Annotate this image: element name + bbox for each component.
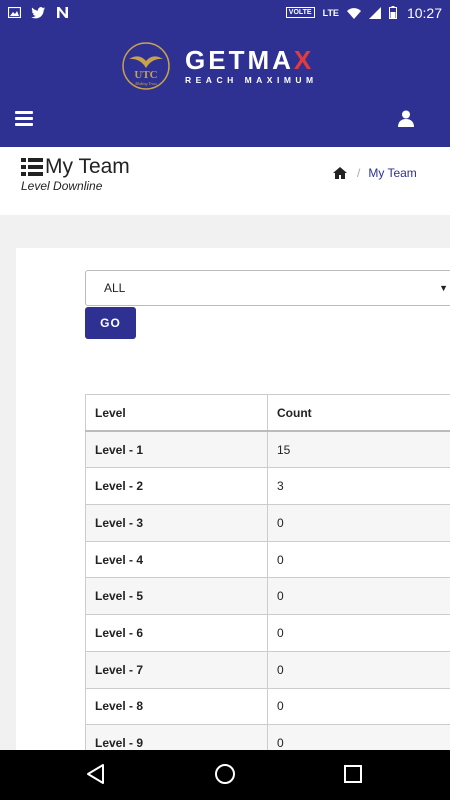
- table-row: Level - 40: [85, 540, 450, 579]
- volte-badge: VOLTE: [285, 7, 315, 18]
- level-cell: Level - 2: [85, 467, 268, 506]
- table-row: Level - 70: [85, 650, 450, 689]
- dropdown-arrow-icon: ▼: [439, 283, 448, 293]
- content-card: ALL ▼ GO Level Count Level - 1 15 Level -…: [16, 248, 450, 762]
- battery-icon: [388, 6, 397, 19]
- level-select-value: ALL: [104, 281, 126, 295]
- level-cell: Level - 3: [85, 504, 268, 542]
- home-circle-icon[interactable]: [214, 763, 236, 790]
- count-cell: 0: [267, 577, 450, 616]
- level-cell: Level - 5: [85, 577, 268, 616]
- brand-name-x: X: [293, 45, 315, 75]
- menu-icon[interactable]: [15, 111, 33, 126]
- recents-icon[interactable]: [344, 765, 362, 788]
- column-header-count: Count: [267, 394, 450, 433]
- breadcrumb-current[interactable]: My Team: [368, 166, 416, 180]
- svg-text:UTC: UTC: [134, 69, 157, 81]
- go-button[interactable]: GO: [85, 307, 136, 339]
- page-subtitle: Level Downline: [21, 179, 103, 193]
- table-row: Level - 23: [85, 467, 450, 506]
- level-select[interactable]: ALL ▼: [85, 270, 450, 306]
- page-header: My Team Level Downline / My Team: [0, 147, 450, 215]
- level-cell: Level - 8: [85, 687, 268, 726]
- count-cell: 3: [267, 467, 450, 506]
- column-header-level: Level: [85, 394, 268, 433]
- table-row: Level - 60: [85, 614, 450, 652]
- table-header-row: Level Count: [85, 394, 450, 433]
- user-icon[interactable]: [398, 110, 414, 132]
- image-icon: [8, 7, 21, 18]
- system-nav-bar: [0, 750, 450, 800]
- back-icon[interactable]: [86, 763, 106, 790]
- list-icon: [21, 158, 43, 176]
- page-title: My Team: [45, 155, 130, 178]
- table-row: Level - 1 15: [85, 430, 450, 469]
- brand-tagline: REACH MAXIMUM: [185, 75, 318, 85]
- home-icon[interactable]: [333, 167, 347, 179]
- utc-emblem: UTC Making Trust: [122, 42, 170, 90]
- status-bar: VOLTE LTE 10:27: [0, 0, 450, 25]
- clock: 10:27: [406, 4, 442, 21]
- brand-logo[interactable]: UTC Making Trust GETMAX REACH MAXIMUM: [121, 41, 318, 91]
- twitter-icon: [31, 6, 46, 18]
- n-app-icon: [57, 7, 68, 18]
- level-cell: Level - 6: [85, 614, 268, 652]
- count-cell: 0: [267, 614, 450, 652]
- app-header: UTC Making Trust GETMAX REACH MAXIMUM: [0, 25, 450, 147]
- count-cell: 0: [267, 504, 450, 542]
- wifi-icon: [346, 7, 361, 19]
- count-cell: 0: [267, 540, 450, 579]
- level-table: Level Count Level - 1 15 Level - 23 Level…: [85, 394, 450, 762]
- signal-icon: [368, 6, 381, 19]
- count-cell: 15: [267, 430, 450, 469]
- level-cell: Level - 7: [85, 650, 268, 689]
- table-row: Level - 80: [85, 687, 450, 726]
- level-cell: Level - 4: [85, 540, 268, 579]
- count-cell: 0: [267, 687, 450, 726]
- count-cell: 0: [267, 650, 450, 689]
- breadcrumb: / My Team: [333, 166, 417, 180]
- table-row: Level - 30: [85, 504, 450, 542]
- brand-name: GETMA: [185, 45, 294, 75]
- level-cell: Level - 1: [85, 430, 268, 469]
- network-label: LTE: [322, 7, 339, 18]
- table-row: Level - 50: [85, 577, 450, 616]
- svg-text:Making Trust: Making Trust: [134, 81, 157, 86]
